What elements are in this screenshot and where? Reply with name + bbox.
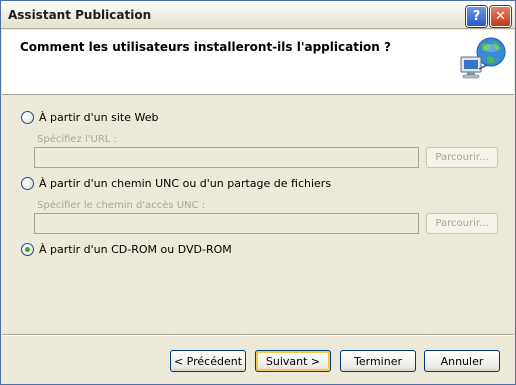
previous-button[interactable]: < Précédent (170, 350, 246, 372)
unc-input[interactable] (34, 213, 419, 234)
close-icon: ✕ (495, 9, 506, 24)
window-title: Assistant Publication (8, 8, 152, 22)
url-input[interactable] (34, 147, 419, 168)
title-bar[interactable]: Assistant Publication ? ✕ (1, 1, 515, 29)
url-field-label: Spécifiez l'URL : (37, 134, 117, 145)
help-icon: ? (472, 9, 481, 24)
close-button[interactable]: ✕ (490, 6, 511, 27)
wizard-header: Comment les utilisateurs installeront-il… (2, 30, 514, 95)
option-unc-path[interactable]: À partir d'un chemin UNC ou d'un partage… (21, 177, 331, 190)
unc-field-label: Spécifier le chemin d'accès UNC : (37, 200, 206, 211)
next-button[interactable]: Suivant > (255, 350, 331, 372)
option-cd-dvd[interactable]: À partir d'un CD-ROM ou DVD-ROM (21, 243, 232, 256)
browse-unc-button[interactable]: Parcourir... (426, 213, 498, 234)
option-cd-dvd-label: À partir d'un CD-ROM ou DVD-ROM (39, 243, 232, 256)
radio-cd-dvd[interactable] (21, 243, 34, 256)
radio-unc-path[interactable] (21, 177, 34, 190)
cancel-button[interactable]: Annuler (424, 350, 500, 372)
publish-wizard-window: Assistant Publication ? ✕ Comment les ut… (0, 0, 516, 385)
radio-web-site[interactable] (21, 111, 34, 124)
finish-button[interactable]: Terminer (340, 350, 416, 372)
help-button[interactable]: ? (466, 6, 487, 27)
network-globe-computer-icon (460, 37, 506, 79)
option-web-site-label: À partir d'un site Web (39, 111, 159, 124)
browse-url-button[interactable]: Parcourir... (426, 147, 498, 168)
wizard-content: À partir d'un site Web Spécifiez l'URL :… (2, 96, 514, 332)
option-unc-path-label: À partir d'un chemin UNC ou d'un partage… (39, 177, 332, 190)
footer-divider (2, 334, 514, 336)
page-title: Comment les utilisateurs installeront-il… (20, 40, 391, 54)
option-web-site[interactable]: À partir d'un site Web (21, 111, 158, 124)
